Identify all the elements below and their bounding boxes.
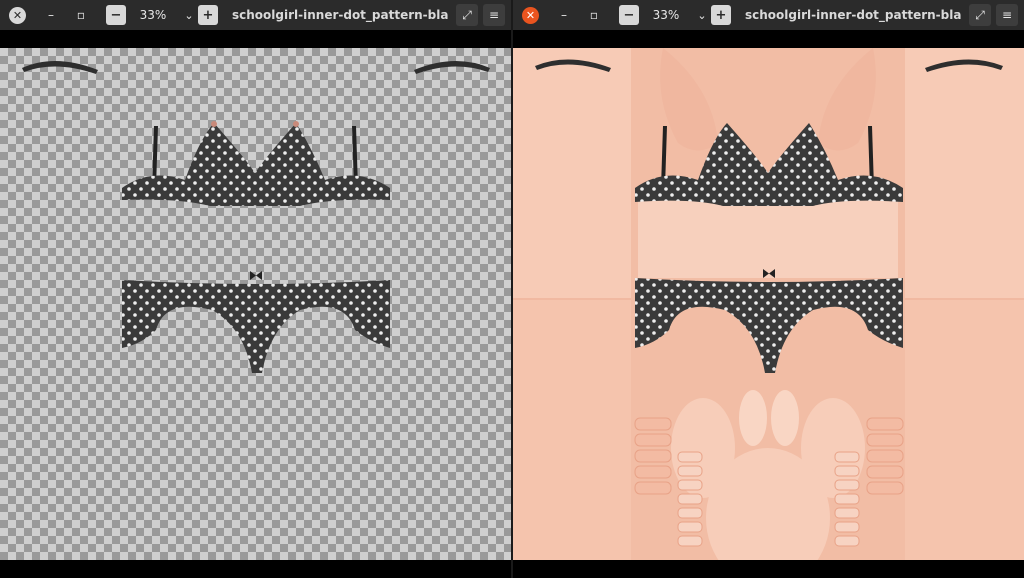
zoom-level[interactable]: 33%: [639, 8, 693, 22]
arm-panel: [905, 48, 1024, 298]
maximize-button[interactable]: ▫: [70, 4, 92, 26]
close-button[interactable]: ✕: [522, 6, 539, 24]
image-viewer-window-right: ✕ – ▫ − 33% ⌄ + schoolgirl-inner-dot_pat…: [513, 0, 1024, 578]
zoom-out-button[interactable]: −: [106, 5, 126, 25]
maximize-button[interactable]: ▫: [583, 4, 605, 26]
torso-piece: [638, 198, 898, 278]
leg-panel: [513, 300, 631, 560]
zoom-in-button[interactable]: +: [198, 5, 218, 25]
window-title: schoolgirl-inner-dot_pattern-black-Ful..…: [745, 8, 961, 22]
chevron-down-icon[interactable]: ⌄: [180, 9, 198, 22]
foot-piece: [771, 390, 799, 446]
image-canvas[interactable]: [513, 48, 1024, 560]
bra-piece: [122, 121, 390, 206]
leg-panel: [905, 300, 1024, 560]
texture-image: [513, 48, 1024, 560]
texture-image: [22, 60, 490, 373]
image-canvas[interactable]: [0, 48, 511, 560]
zoom-in-button[interactable]: +: [711, 5, 731, 25]
menu-icon[interactable]: ≡: [996, 4, 1018, 26]
panties-piece: [122, 271, 390, 373]
minimize-button[interactable]: –: [553, 4, 575, 26]
zoom-out-button[interactable]: −: [619, 5, 639, 25]
menu-icon[interactable]: ≡: [483, 4, 505, 26]
titlebar: ✕ – ▫ − 33% ⌄ + schoolgirl-inner-dot_pat…: [0, 0, 511, 30]
close-button[interactable]: ✕: [9, 6, 26, 24]
fullscreen-icon[interactable]: ⤢: [969, 4, 991, 26]
chevron-down-icon[interactable]: ⌄: [693, 9, 711, 22]
strap-piece: [414, 60, 490, 74]
fullscreen-icon[interactable]: ⤢: [456, 4, 478, 26]
foot-piece: [739, 390, 767, 446]
minimize-button[interactable]: –: [40, 4, 62, 26]
image-viewer-window-left: ✕ – ▫ − 33% ⌄ + schoolgirl-inner-dot_pat…: [0, 0, 511, 578]
zoom-level[interactable]: 33%: [126, 8, 180, 22]
arm-panel: [513, 48, 631, 298]
titlebar: ✕ – ▫ − 33% ⌄ + schoolgirl-inner-dot_pat…: [513, 0, 1024, 30]
strap-piece: [22, 60, 98, 74]
window-title: schoolgirl-inner-dot_pattern-black-Lay..…: [232, 8, 448, 22]
